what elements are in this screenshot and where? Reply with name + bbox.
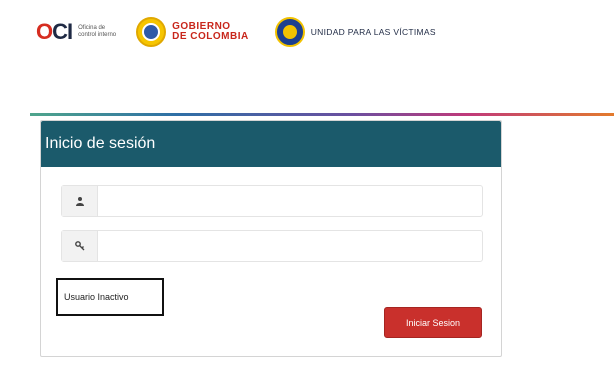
key-icon: [62, 231, 98, 261]
login-page: OCI Oficina de control interno GOBIERNO …: [0, 0, 614, 372]
colombia-seal-icon: [136, 17, 167, 47]
password-input[interactable]: [98, 231, 482, 261]
color-divider: [30, 113, 614, 116]
gobierno-logo-text: GOBIERNO DE COLOMBIA: [172, 21, 249, 42]
header-logos: OCI Oficina de control interno GOBIERNO …: [36, 14, 614, 50]
unidad-victimas-text: UNIDAD PARA LAS VÍCTIMAS: [310, 27, 436, 37]
login-panel: Inicio de sesión Usuario Inactivo Inicia…: [40, 120, 502, 357]
oci-logo: OCI Oficina de control interno: [36, 19, 118, 45]
user-icon: [62, 186, 98, 216]
login-title: Inicio de sesión: [45, 135, 156, 152]
login-panel-header: Inicio de sesión: [41, 121, 501, 167]
username-field: [61, 185, 483, 217]
oci-logo-mark: OCI: [36, 19, 73, 44]
oci-logo-text: Oficina de control interno: [78, 25, 117, 38]
login-button[interactable]: Iniciar Sesion: [384, 307, 482, 338]
username-input[interactable]: [98, 186, 482, 216]
unidad-seal-icon: [274, 17, 305, 47]
password-field: [61, 230, 483, 262]
gobierno-logo: GOBIERNO DE COLOMBIA: [136, 17, 249, 47]
unidad-victimas-logo: UNIDAD PARA LAS VÍCTIMAS: [274, 17, 436, 47]
status-message: Usuario Inactivo: [56, 278, 164, 316]
